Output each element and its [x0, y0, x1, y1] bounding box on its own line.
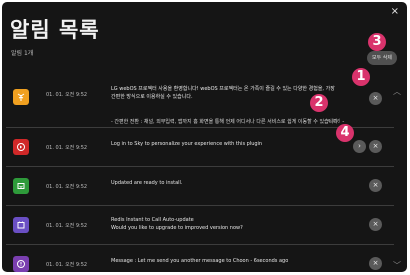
message-line: 간편한 방식으로 이용하실 수 있습니다. [111, 94, 193, 100]
notification-row[interactable]: 01. 01. 오전 9:52 Redis Instant to Call Au… [6, 206, 394, 245]
more-button[interactable]: 더 보기 ⌄ [328, 118, 345, 124]
notification-count: 알림 1개 [11, 50, 34, 57]
scroll-up-button[interactable]: ︿ [393, 86, 401, 97]
notification-message: LG webOS 프로젝터 사용을 환영합니다! webOS 프로젝터는 온 가… [111, 85, 341, 101]
message-line: Message : Let me send you another messag… [111, 258, 289, 264]
delete-all-button[interactable]: 모두 삭제 [367, 51, 397, 65]
dismiss-button[interactable]: × [369, 257, 382, 270]
dismiss-button[interactable]: × [369, 218, 382, 231]
notification-message: Log in to Sky to personalize your experi… [111, 140, 341, 148]
notification-message: Updated are ready to install. [111, 179, 341, 187]
calendar-icon [13, 217, 29, 233]
calendar-icon-shape [17, 221, 25, 229]
dismiss-button[interactable]: × [369, 179, 382, 192]
notification-row[interactable]: 01. 01. 오전 9:52 Message : Let me send yo… [6, 245, 394, 272]
close-panel-button[interactable]: × [391, 7, 399, 17]
message-line: Updated are ready to install. [111, 180, 183, 186]
message-line: Would you like to upgrade to improved ve… [111, 225, 243, 231]
notification-detail: - 간편한 전환 : 채널, 외부입력, 앱까지 홈 화면을 통해 언제 어디서… [111, 119, 340, 125]
antenna-icon [13, 89, 29, 105]
dismiss-button[interactable]: × [369, 140, 382, 153]
notification-time: 01. 01. 오전 9:52 [46, 223, 88, 229]
notification-time: 01. 01. 오전 9:52 [46, 92, 88, 98]
message-line: Log in to Sky to personalize your experi… [111, 141, 263, 147]
notification-row[interactable]: 01. 01. 오전 9:52 LG webOS 프로젝터 사용을 환영합니다!… [6, 75, 394, 128]
update-icon-shape [17, 183, 25, 189]
message-line: LG webOS 프로젝터 사용을 환영합니다! webOS 프로젝터는 온 가… [111, 86, 335, 92]
callout-4: 4 [336, 124, 354, 142]
notification-list: 01. 01. 오전 9:52 LG webOS 프로젝터 사용을 환영합니다!… [6, 75, 394, 272]
alert-icon [13, 256, 29, 272]
notification-time: 01. 01. 오전 9:52 [46, 262, 88, 268]
dismiss-button[interactable]: × [369, 92, 382, 105]
scroll-down-button[interactable]: ﹀ [393, 260, 401, 271]
callout-3: 3 [368, 33, 386, 51]
notification-time: 01. 01. 오전 9:52 [46, 145, 88, 151]
update-icon [13, 178, 29, 194]
callout-1: 1 [352, 68, 370, 86]
plugin-icon [13, 139, 29, 155]
alert-icon-shape [17, 260, 25, 268]
notification-message: Message : Let me send you another messag… [111, 257, 341, 265]
page-title: 알림 목록 [10, 18, 100, 42]
antenna-icon-shape [17, 93, 25, 101]
notification-time: 01. 01. 오전 9:52 [46, 184, 88, 190]
callout-2: 2 [310, 94, 328, 112]
notification-message: Redis Instant to Call Auto-update Would … [111, 216, 341, 232]
message-line: Redis Instant to Call Auto-update [111, 217, 194, 223]
plugin-icon-shape [17, 143, 25, 151]
open-button[interactable]: › [353, 140, 366, 153]
notification-row[interactable]: 01. 01. 오전 9:52 Updated are ready to ins… [6, 167, 394, 206]
